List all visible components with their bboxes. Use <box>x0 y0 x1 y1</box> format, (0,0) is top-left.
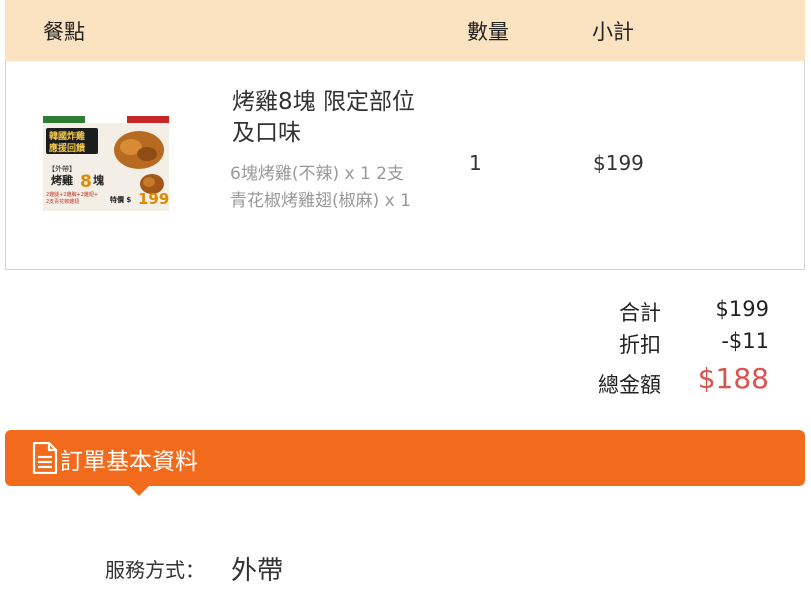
sum-value: $199 <box>715 297 769 321</box>
product-thumbnail: 韓國炸雞 應援回饋 【外帶】 烤雞 8 塊 2雞腿+2雞胸+2雞翅+ 2支青花椒… <box>43 116 169 211</box>
image-sub-text: 2雞腿+2雞胸+2雞翅+ <box>46 191 98 198</box>
grand-total-value: $188 <box>697 362 769 395</box>
product-image: 韓國炸雞 應援回饋 【外帶】 烤雞 8 塊 2雞腿+2雞胸+2雞翅+ 2支青花椒… <box>43 116 169 211</box>
item-name: 烤雞8塊 限定部位及口味 <box>232 89 415 146</box>
discount-value: -$11 <box>721 329 769 353</box>
cart-item-row: 韓國炸雞 應援回饋 【外帶】 烤雞 8 塊 2雞腿+2雞胸+2雞翅+ 2支青花椒… <box>5 61 805 270</box>
image-sub-text-2: 2支青花椒雞翅 <box>46 198 79 205</box>
grand-total-label: 總金額 <box>598 373 661 397</box>
service-method-label: 服務方式： <box>105 558 205 582</box>
document-icon <box>32 442 58 474</box>
image-banner-text-2: 應援回饋 <box>49 142 86 154</box>
image-title-text: 烤雞 <box>51 173 73 187</box>
image-number-text: 8 <box>80 172 92 192</box>
order-info-section-header: 訂單基本資料 <box>5 430 805 496</box>
header-quantity-label: 數量 <box>467 20 509 44</box>
cart-table-header: 餐點 數量 小計 <box>5 0 805 61</box>
image-price-label: 特價 $ <box>110 195 131 204</box>
header-item-label: 餐點 <box>43 20 85 44</box>
order-page: 餐點 數量 小計 韓國炸雞 應援回饋 【外帶】 烤雞 8 塊 2雞腿+2雞胸+2… <box>0 0 811 591</box>
item-options: 6塊烤雞(不辣) x 1 2支青花椒烤雞翅(椒麻) x 1 <box>230 164 411 211</box>
sum-label: 合計 <box>619 301 661 325</box>
image-tag-text: 【外帶】 <box>48 164 76 173</box>
section-title: 訂單基本資料 <box>60 449 198 475</box>
service-method-value: 外帶 <box>231 556 284 586</box>
header-subtotal-label: 小計 <box>592 20 634 44</box>
image-price-value: 199 <box>138 190 169 208</box>
item-quantity: 1 <box>469 151 482 175</box>
image-unit-text: 塊 <box>93 173 104 187</box>
discount-label: 折扣 <box>619 333 661 357</box>
image-banner-text: 韓國炸雞 <box>49 130 85 142</box>
item-subtotal: $199 <box>593 151 644 175</box>
